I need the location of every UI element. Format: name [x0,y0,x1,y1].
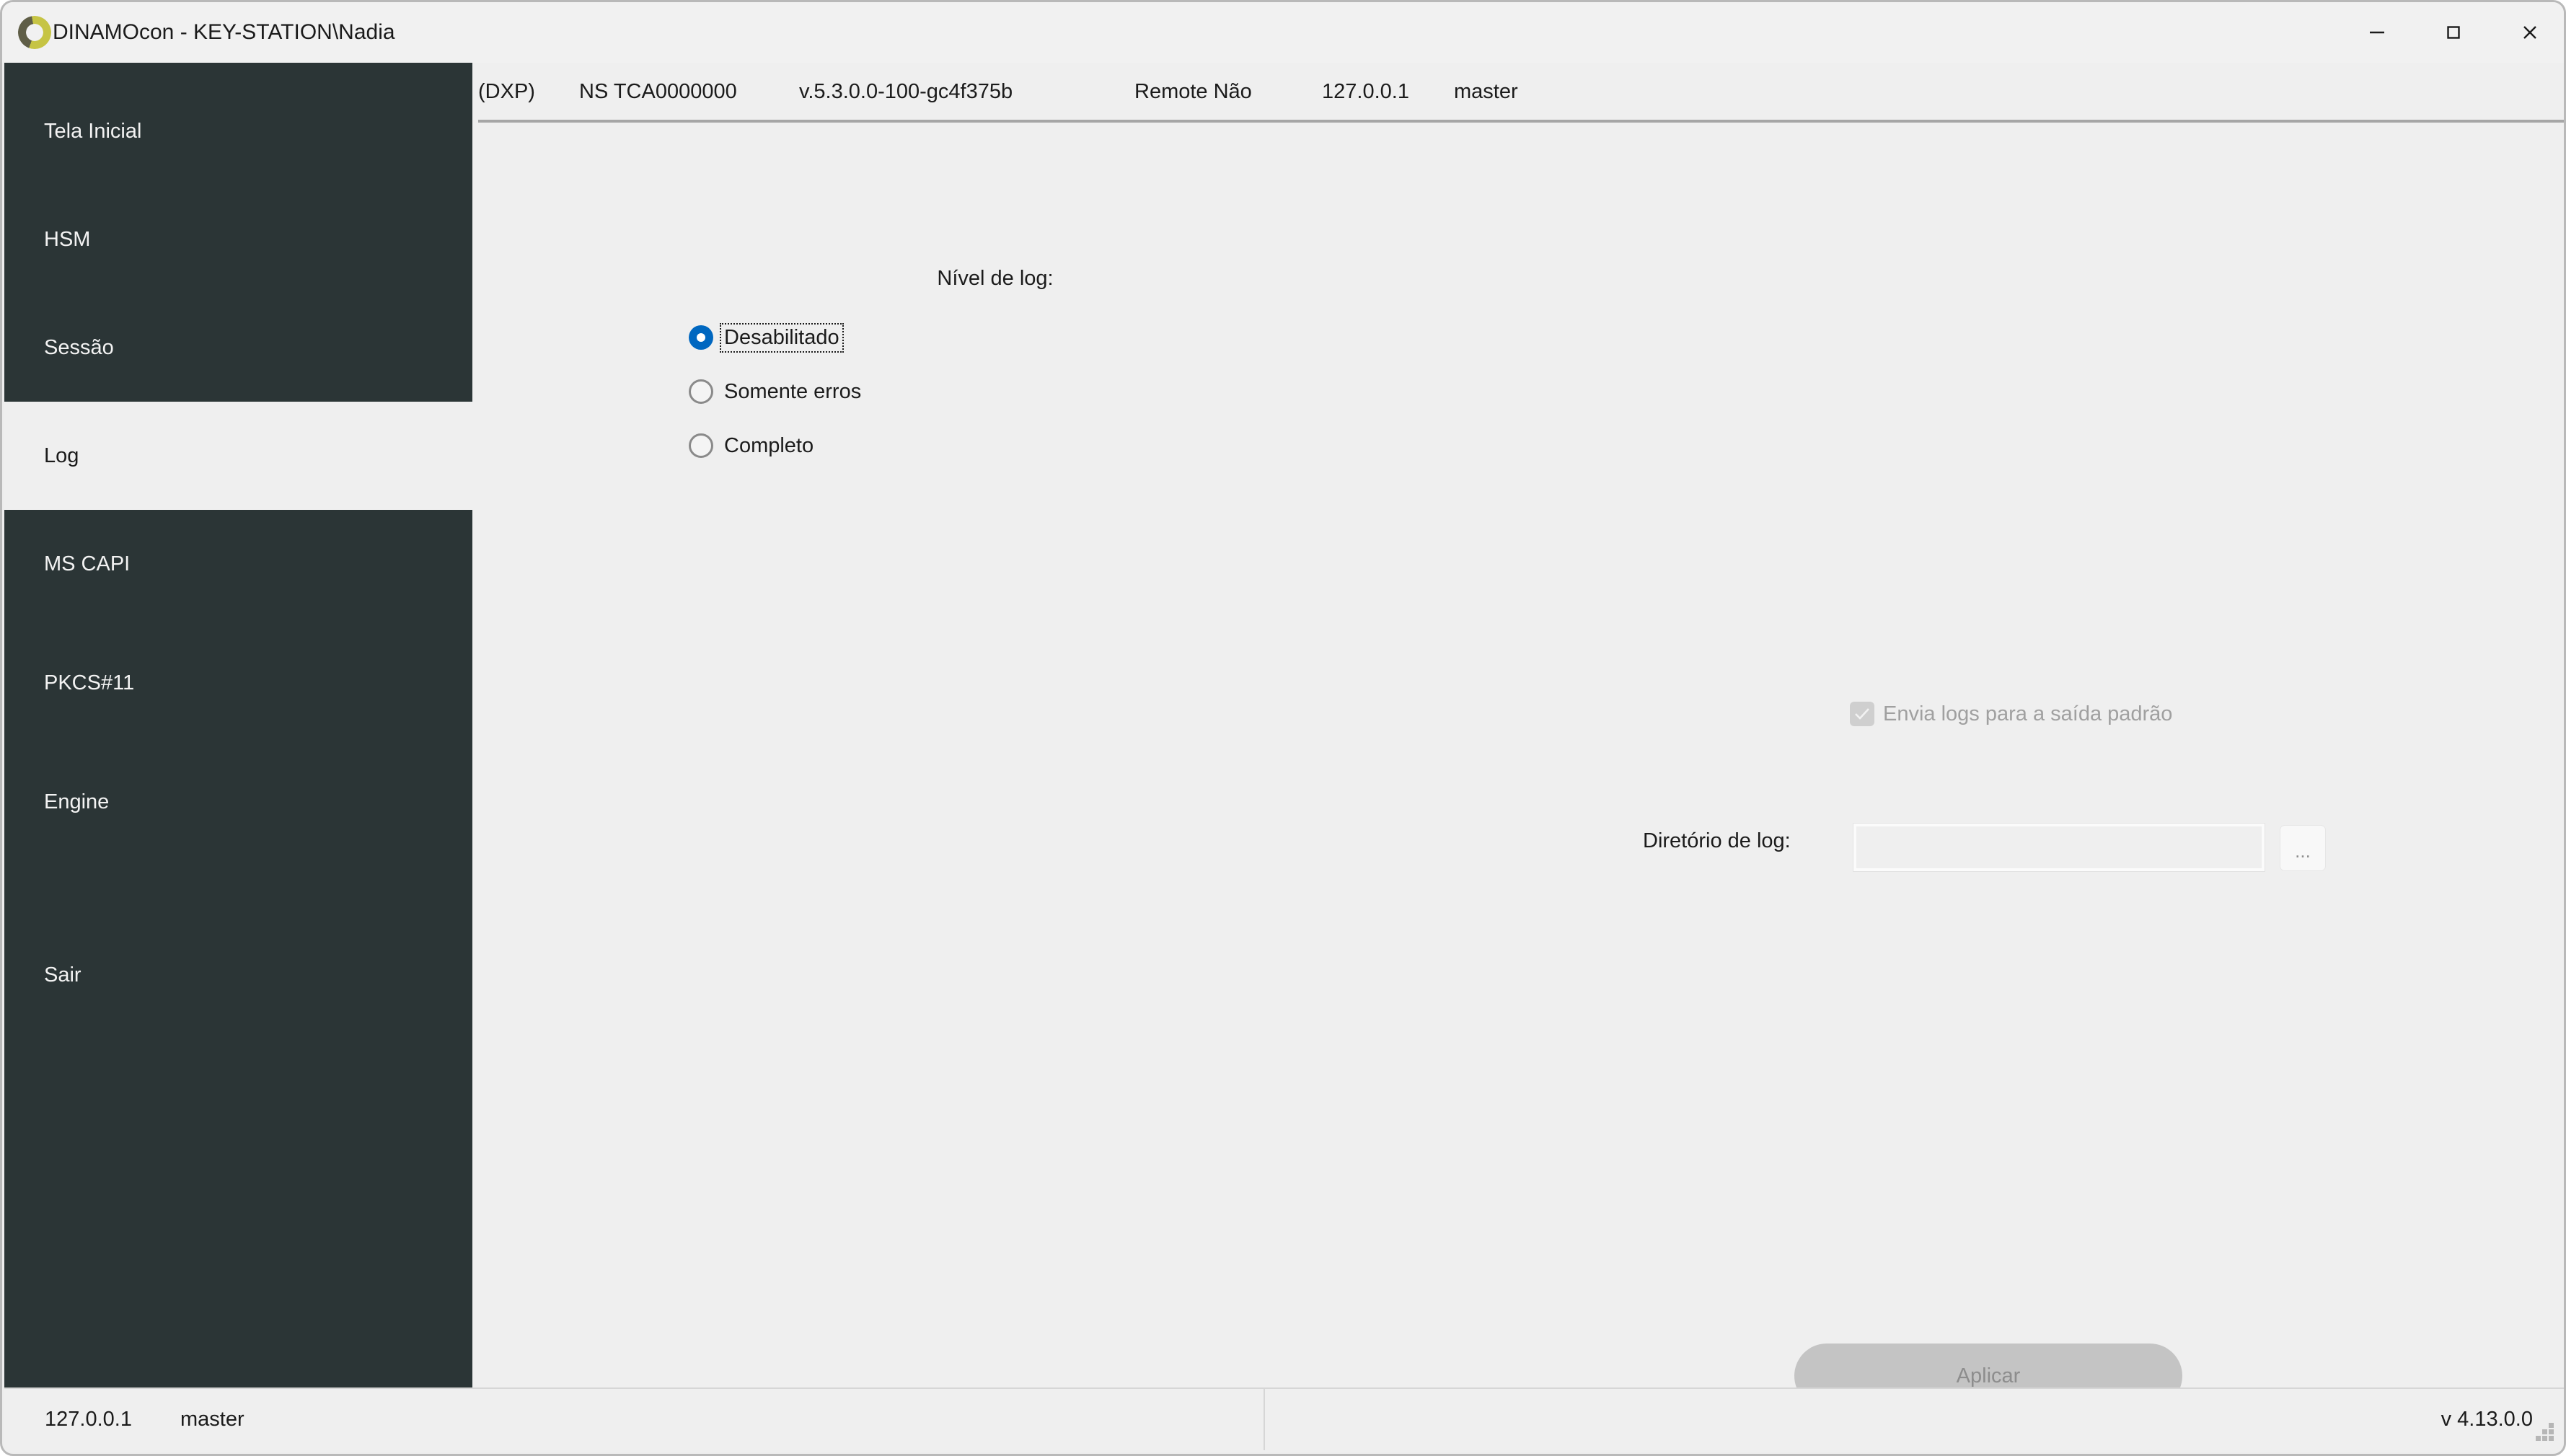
radio-option-somente-erros[interactable]: Somente erros [689,373,864,410]
radio-unselected-icon [689,433,713,458]
sidebar-item-log[interactable]: Log [4,402,472,510]
info-serial-number: NS TCA0000000 [579,79,737,103]
sidebar-item-label: HSM [44,227,91,251]
sidebar-item-pkcs11[interactable]: PKCS#11 [4,629,472,737]
sidebar-item-hsm[interactable]: HSM [4,185,472,294]
info-remote-status: Remote Não [1134,79,1252,103]
stdout-checkbox-row[interactable]: Envia logs para a saída padrão [1850,702,2172,726]
sidebar-item-label: Sessão [44,335,114,359]
status-version: v 4.13.0.0 [2441,1408,2533,1431]
radio-selected-icon [689,325,713,350]
radio-option-desabilitado[interactable]: Desabilitado [689,319,864,356]
window-title: DINAMOcon - KEY-STATION\Nadia [53,20,395,44]
title-bar: DINAMOcon - KEY-STATION\Nadia [2,2,2564,63]
connection-info-bar: (DXP) NS TCA0000000 v.5.3.0.0-100-gc4f37… [472,63,2564,120]
sidebar-item-label: Tela Inicial [44,119,142,143]
info-firmware-version: v.5.3.0.0-100-gc4f375b [799,79,1013,103]
sidebar-item-label: Log [44,444,79,467]
close-button[interactable] [2492,2,2564,63]
sidebar-item-label: Engine [44,790,110,813]
sidebar-item-label: Sair [44,963,81,987]
sidebar-item-label: MS CAPI [44,552,131,575]
log-settings-panel: Nível de log: Desabilitado Somente erros… [472,123,2564,1408]
status-host: 127.0.0.1 [45,1408,132,1431]
radio-option-completo[interactable]: Completo [689,427,864,464]
browse-directory-button[interactable]: ... [2280,825,2326,871]
status-profile: master [180,1408,244,1431]
window-controls [2339,2,2564,63]
log-directory-input[interactable] [1853,823,2265,872]
log-directory-row: Diretório de log: ... [472,822,2564,873]
sidebar-item-tela-inicial[interactable]: Tela Inicial [4,77,472,185]
stdout-checkbox-label: Envia logs para a saída padrão [1883,702,2173,725]
radio-label: Completo [724,433,814,457]
app-window: DINAMOcon - KEY-STATION\Nadia Tela Inici… [0,0,2566,1456]
checkbox-checked-icon [1850,702,1874,726]
sidebar-item-engine[interactable]: Engine [4,748,472,856]
radio-unselected-icon [689,379,713,404]
log-level-title: Nível de log: [937,267,1054,290]
radio-label: Somente erros [724,379,862,403]
minimize-button[interactable] [2339,2,2415,63]
log-level-radio-group: Desabilitado Somente erros Completo [689,319,864,481]
sidebar-item-sessao[interactable]: Sessão [4,294,472,402]
status-left-section: 127.0.0.1 master [4,1389,1265,1450]
radio-label: Desabilitado [720,322,844,353]
info-profile: master [1454,79,1518,103]
sidebar: Tela Inicial HSM Sessão Log MS CAPI PKCS… [4,63,472,1393]
resize-grip-icon[interactable] [2536,1423,2554,1442]
info-device-type: (DXP) [478,79,535,103]
app-logo-icon [18,16,51,49]
log-directory-label: Diretório de log: [1643,829,1791,852]
status-bar: 127.0.0.1 master v 4.13.0.0 [4,1387,2564,1452]
info-host-address: 127.0.0.1 [1322,79,1409,103]
sidebar-item-ms-capi[interactable]: MS CAPI [4,510,472,618]
sidebar-item-sair[interactable]: Sair [4,921,472,1029]
sidebar-item-label: PKCS#11 [44,671,135,694]
maximize-button[interactable] [2415,2,2492,63]
